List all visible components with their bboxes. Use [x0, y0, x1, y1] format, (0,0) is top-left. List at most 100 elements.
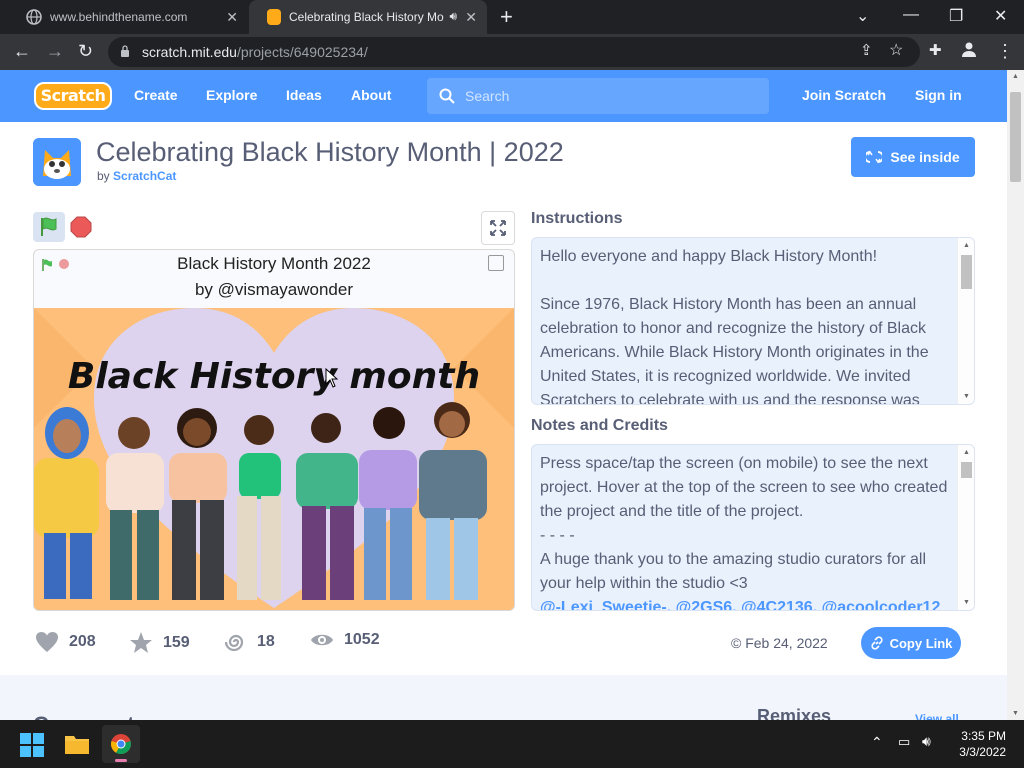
windows-taskbar: ⌃ ▭ 🔊︎ 3:35 PM 3/3/2022	[0, 720, 1024, 768]
stage-fullscreen-icon[interactable]	[488, 255, 504, 271]
green-flag-icon	[41, 217, 57, 236]
notes-divider: - - - -	[540, 527, 575, 544]
eye-icon	[311, 634, 333, 646]
fullscreen-icon	[490, 220, 506, 236]
remixes-heading: Remixes	[757, 706, 832, 720]
remix-spiral-icon	[225, 634, 244, 652]
page-scrollbar-thumb[interactable]	[1010, 92, 1021, 182]
copy-link-label: Copy Link	[889, 635, 953, 651]
instructions-scrollbar[interactable]: ▲ ▼	[957, 238, 974, 404]
audio-playing-icon[interactable]: 🔊︎	[449, 9, 457, 24]
author-link[interactable]: ScratchCat	[113, 169, 176, 183]
back-icon[interactable]: ←	[13, 41, 31, 61]
bookmark-star-icon[interactable]: ☆	[889, 41, 903, 61]
clock-time: 3:35 PM	[961, 729, 1006, 743]
close-tab-icon[interactable]: ✕	[465, 9, 477, 26]
stage-title-line: Black History Month 2022	[177, 254, 371, 273]
tab-search-chevron-icon[interactable]: ⌄	[856, 6, 869, 26]
stage-author-line: by @vismayawonder	[194, 280, 354, 299]
scratch-logo[interactable]: Scratch	[34, 82, 112, 110]
instructions-box[interactable]: Hello everyone and happy Black History M…	[531, 237, 975, 405]
tab-title: www.behindthename.com	[50, 10, 188, 24]
minimize-icon[interactable]: —	[903, 6, 919, 24]
search-box	[427, 78, 769, 114]
nav-ideas[interactable]: Ideas	[286, 87, 322, 103]
nav-explore[interactable]: Explore	[206, 87, 257, 103]
chrome-taskbar-button[interactable]	[102, 725, 140, 763]
scroll-down-icon[interactable]: ▼	[1012, 710, 1019, 717]
reload-icon[interactable]: ↻	[78, 41, 93, 61]
by-label: by	[97, 169, 110, 183]
windows-start-icon[interactable]	[20, 733, 44, 757]
network-icon[interactable]: ▭	[898, 734, 910, 750]
project-stage[interactable]: Black History Month 2022 by @vismayawond…	[33, 249, 515, 611]
extensions-puzzle-icon[interactable]: ✚	[929, 41, 942, 61]
favorite-count: 159	[163, 634, 190, 651]
page-viewport: Scratch Create Explore Ideas About Join …	[0, 70, 1007, 720]
link-icon	[870, 636, 883, 650]
chrome-icon	[111, 734, 131, 755]
project-byline: by ScratchCat	[97, 169, 176, 183]
green-flag-button[interactable]	[33, 212, 65, 242]
star-icon	[130, 632, 152, 653]
nav-create[interactable]: Create	[134, 87, 178, 103]
volume-icon[interactable]: 🔊︎	[922, 733, 931, 750]
new-tab-icon[interactable]: +	[500, 4, 513, 30]
instructions-paragraph: Since 1976, Black History Month has been…	[540, 296, 929, 405]
browser-tab-behindthename[interactable]: www.behindthename.com ✕	[8, 0, 248, 34]
notes-heading: Notes and Credits	[531, 417, 668, 434]
copy-link-button[interactable]: Copy Link	[861, 627, 961, 659]
restore-icon[interactable]: ❐	[949, 6, 963, 26]
tray-chevron-icon[interactable]: ⌃	[871, 734, 883, 751]
scratch-favicon-icon	[267, 9, 281, 25]
url-text: scratch.mit.edu/projects/649025234/	[142, 44, 368, 60]
see-inside-icon	[866, 150, 883, 164]
share-icon[interactable]: ⇪	[860, 41, 873, 61]
url-host: scratch.mit.edu	[142, 44, 237, 60]
tab-title: Celebrating Black History Mo	[289, 10, 444, 24]
browser-tab-strip: www.behindthename.com ✕ Celebrating Blac…	[0, 0, 1024, 34]
share-date: © Feb 24, 2022	[731, 635, 828, 651]
page-scrollbar[interactable]: ▲ ▼	[1007, 70, 1024, 720]
stage-art-heading: Black History month	[68, 356, 480, 397]
system-clock[interactable]: 3:35 PM 3/3/2022	[959, 728, 1006, 760]
stage-header: Black History Month 2022 by @vismayawond…	[34, 250, 514, 308]
notes-scrollbar[interactable]: ▲ ▼	[957, 445, 974, 610]
nav-about[interactable]: About	[351, 87, 391, 103]
fullscreen-button[interactable]	[481, 211, 515, 245]
curator-handles[interactable]: @-Lexi_Sweetie-, @2GS6, @4C2136, @acoolc…	[540, 596, 950, 610]
profile-icon[interactable]	[961, 41, 977, 61]
remix-count: 18	[257, 633, 275, 650]
browser-tab-scratch[interactable]: Celebrating Black History Mo 🔊︎ ✕	[249, 0, 487, 34]
see-inside-button[interactable]: See inside	[851, 137, 975, 177]
author-avatar[interactable]	[33, 138, 81, 186]
address-bar[interactable]: scratch.mit.edu/projects/649025234/	[108, 37, 920, 67]
instructions-text: Hello everyone and happy Black History M…	[540, 245, 950, 405]
view-all-remixes-link[interactable]: View all	[915, 712, 959, 720]
file-explorer-icon[interactable]	[64, 733, 90, 755]
window-close-icon[interactable]: ✕	[994, 6, 1007, 26]
sign-in-link[interactable]: Sign in	[915, 87, 962, 103]
remix-stat: 18	[225, 631, 275, 653]
join-scratch-link[interactable]: Join Scratch	[802, 87, 886, 103]
comments-heading: Comments	[33, 712, 147, 720]
clock-date: 3/3/2022	[959, 745, 1006, 759]
forward-icon[interactable]: →	[46, 41, 64, 61]
search-input[interactable]	[465, 86, 755, 106]
project-title: Celebrating Black History Month | 2022	[96, 137, 564, 167]
views-count: 1052	[344, 631, 380, 648]
close-tab-icon[interactable]: ✕	[226, 9, 238, 26]
stop-sign-icon[interactable]	[70, 216, 92, 238]
notes-box[interactable]: Press space/tap the screen (on mobile) t…	[531, 444, 975, 611]
instructions-paragraph: Hello everyone and happy Black History M…	[540, 248, 878, 265]
instructions-heading: Instructions	[531, 210, 623, 227]
favorite-stat[interactable]: 159	[129, 631, 190, 655]
notes-paragraph: Press space/tap the screen (on mobile) t…	[540, 455, 948, 520]
love-stat[interactable]: 208	[35, 631, 96, 653]
more-menu-icon[interactable]: ⋮	[996, 41, 1014, 61]
love-count: 208	[69, 633, 96, 650]
see-inside-label: See inside	[890, 149, 960, 165]
scroll-up-icon[interactable]: ▲	[1012, 73, 1019, 80]
views-stat: 1052	[310, 631, 380, 649]
mouse-cursor-icon	[325, 368, 339, 388]
